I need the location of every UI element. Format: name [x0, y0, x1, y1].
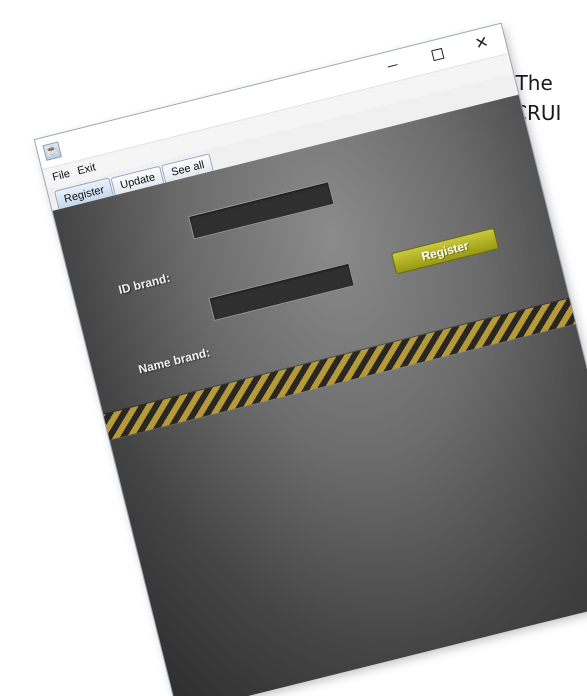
id-brand-label: ID brand: — [117, 270, 172, 297]
id-brand-field[interactable] — [187, 181, 335, 240]
minimize-icon — [387, 64, 398, 68]
close-icon: ✕ — [472, 31, 491, 54]
register-button[interactable]: Register — [390, 227, 500, 275]
name-brand-label: Name brand: — [136, 345, 212, 377]
app-window: ☕ ✕ File Exit Register Update See all ID… — [35, 23, 587, 696]
name-brand-field[interactable] — [208, 262, 355, 322]
menu-exit[interactable]: Exit — [72, 160, 100, 178]
screenshot: o The CRUI ☕ ✕ File Exit Register Update… — [0, 0, 587, 696]
maximize-icon — [430, 47, 444, 62]
java-cup-icon: ☕ — [42, 141, 62, 161]
menu-file[interactable]: File — [47, 167, 75, 185]
